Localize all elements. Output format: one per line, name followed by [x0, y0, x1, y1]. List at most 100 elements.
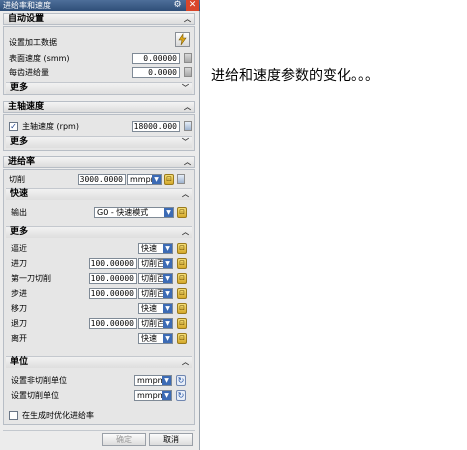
cut-unit-label: 设置切削单位	[11, 391, 59, 400]
feed-row-label: 第一刀切削	[11, 274, 51, 283]
cut-feed-field[interactable]: 3000.0000	[78, 174, 126, 185]
dropdown-arrow-icon: ▼	[163, 334, 172, 343]
lock-icon[interactable]: ⊡	[177, 258, 187, 269]
feed-title: 进给率	[8, 157, 36, 167]
dropdown-arrow-icon: ▼	[163, 319, 172, 328]
feed-row-mode-value: 快速	[141, 304, 157, 313]
feed-row-value-field[interactable]: 100.00000	[89, 288, 137, 299]
feed-row-mode-dropdown[interactable]: 快速 ▼	[138, 333, 173, 344]
divider	[3, 430, 195, 431]
spindle-calc-icon[interactable]	[184, 121, 192, 131]
annotation-caption: 进给和速度参数的变化。。。	[211, 68, 379, 84]
feed-row-label: 退刀	[11, 319, 27, 328]
chevron-up-icon: ︿	[184, 15, 191, 23]
lock-icon[interactable]: ⊡	[177, 273, 187, 284]
surface-speed-field[interactable]: 0.00000	[132, 53, 180, 64]
auto-settings-section: 设置加工数据 表面速度 (smm) 0.00000 每齿进给量 0.0000 更…	[3, 26, 195, 95]
lock-icon[interactable]: ⊡	[177, 207, 187, 218]
output-mode-value: G0 - 快速模式	[97, 208, 149, 217]
feed-row-mode-value: 切削百	[141, 259, 165, 268]
lock-icon[interactable]: ⊡	[177, 288, 187, 299]
feed-row-mode-value: 切削百	[141, 289, 165, 298]
feed-row-label: 逼近	[11, 244, 27, 253]
lock-icon[interactable]: ⊡	[164, 174, 174, 185]
feed-more-title: 更多	[10, 227, 29, 237]
surface-speed-label: 表面速度 (smm)	[9, 54, 70, 63]
feed-more-header[interactable]: 更多 ︿	[6, 226, 192, 238]
dropdown-arrow-icon: ▼	[163, 304, 172, 313]
lock-icon[interactable]: ⊡	[177, 243, 187, 254]
feed-row-value-field[interactable]: 100.00000	[89, 273, 137, 284]
feed-section: 切削 3000.0000 mmpm ▼ ⊡ 快速 ︿ 输出 G0 - 快速模式 …	[3, 169, 195, 425]
feed-per-tooth-field[interactable]: 0.0000	[132, 67, 180, 78]
feed-per-tooth-calc-icon[interactable]	[184, 67, 192, 77]
chevron-up-icon: ︿	[182, 358, 189, 366]
spindle-header[interactable]: 主轴速度 ︿	[3, 101, 195, 113]
spindle-speed-label: 主轴速度 (rpm)	[22, 122, 79, 131]
output-mode-dropdown[interactable]: G0 - 快速模式 ▼	[94, 207, 174, 218]
dropdown-arrow-icon: ▼	[163, 244, 172, 253]
feed-row-label: 移刀	[11, 304, 27, 313]
spindle-checkbox[interactable]: ✓	[9, 122, 18, 131]
ok-button[interactable]: 确定	[102, 433, 146, 446]
lock-icon[interactable]: ⊡	[177, 303, 187, 314]
units-title: 单位	[10, 357, 29, 367]
feed-row-mode-dropdown[interactable]: 切削百 ▼	[138, 258, 173, 269]
refresh-icon[interactable]: ↻	[176, 375, 186, 386]
feed-per-tooth-label: 每齿进给量	[9, 68, 49, 77]
lock-icon[interactable]: ⊡	[177, 333, 187, 344]
chevron-up-icon: ︿	[184, 158, 191, 166]
chevron-up-icon: ︿	[182, 228, 189, 236]
feed-row-value-field[interactable]: 100.00000	[89, 318, 137, 329]
gear-icon[interactable]: ⚙	[172, 0, 183, 11]
feed-row-mode-value: 切削百	[141, 319, 165, 328]
cut-feed-calc-icon[interactable]	[177, 174, 185, 184]
feed-row-mode-dropdown[interactable]: 切削百 ▼	[138, 318, 173, 329]
non-cut-unit-dropdown[interactable]: mmpm ▼	[134, 375, 172, 386]
refresh-icon[interactable]: ↻	[176, 390, 186, 401]
feed-row-mode-value: 快速	[141, 244, 157, 253]
dropdown-arrow-icon: ▼	[152, 175, 161, 184]
auto-settings-header[interactable]: 自动设置 ︿	[3, 13, 195, 25]
feed-row-mode-dropdown[interactable]: 切削百 ▼	[138, 273, 173, 284]
close-icon[interactable]: ✕	[186, 0, 199, 11]
auto-more-label: 更多	[10, 83, 29, 93]
surface-speed-calc-icon[interactable]	[184, 53, 192, 63]
spindle-section: ✓ 主轴速度 (rpm) 18000.000 更多 ﹀	[3, 114, 195, 151]
feed-header[interactable]: 进给率 ︿	[3, 156, 195, 168]
optimize-feed-checkbox[interactable]	[9, 411, 18, 420]
lock-icon[interactable]: ⊡	[177, 318, 187, 329]
cut-unit-dropdown[interactable]: mmpm ▼	[127, 174, 162, 185]
auto-settings-title: 自动设置	[8, 14, 45, 24]
spindle-title: 主轴速度	[8, 102, 45, 112]
spindle-more-header[interactable]: 更多 ﹀	[6, 136, 192, 148]
dropdown-arrow-icon: ▼	[163, 259, 172, 268]
feed-row-mode-value: 快速	[141, 334, 157, 343]
cancel-button[interactable]: 取消	[149, 433, 193, 446]
feed-row-label: 步进	[11, 289, 27, 298]
feed-row-mode-dropdown[interactable]: 快速 ▼	[138, 243, 173, 254]
non-cut-unit-label: 设置非切削单位	[11, 376, 67, 385]
feed-row-value-field[interactable]: 100.00000	[89, 258, 137, 269]
cut-unit-dropdown-2[interactable]: mmpm ▼	[134, 390, 172, 401]
cut-feed-label: 切削	[9, 175, 25, 184]
dropdown-arrow-icon: ▼	[163, 289, 172, 298]
dropdown-arrow-icon: ▼	[163, 274, 172, 283]
units-header[interactable]: 单位 ︿	[6, 356, 192, 368]
lightning-icon[interactable]	[175, 32, 190, 47]
feeds-speeds-dialog: 进给率和速度 ⚙ ✕ 自动设置 ︿ 设置加工数据 表面速度 (smm) 0.00…	[0, 0, 200, 450]
feed-row-mode-dropdown[interactable]: 快速 ▼	[138, 303, 173, 314]
window-title: 进给率和速度	[3, 1, 51, 10]
dropdown-arrow-icon: ▼	[162, 391, 171, 400]
chevron-up-icon: ︿	[182, 190, 189, 198]
feed-row-mode-value: 切削百	[141, 274, 165, 283]
optimize-feed-label: 在生成时优化进给率	[22, 411, 94, 420]
feed-row-label: 离开	[11, 334, 27, 343]
feed-row-label: 进刀	[11, 259, 27, 268]
dropdown-arrow-icon: ▼	[164, 208, 173, 217]
chevron-down-icon: ﹀	[182, 84, 189, 92]
spindle-speed-field[interactable]: 18000.000	[132, 121, 180, 132]
auto-more-header[interactable]: 更多 ﹀	[6, 82, 192, 94]
feed-row-mode-dropdown[interactable]: 切削百 ▼	[138, 288, 173, 299]
rapid-header[interactable]: 快速 ︿	[6, 188, 192, 200]
